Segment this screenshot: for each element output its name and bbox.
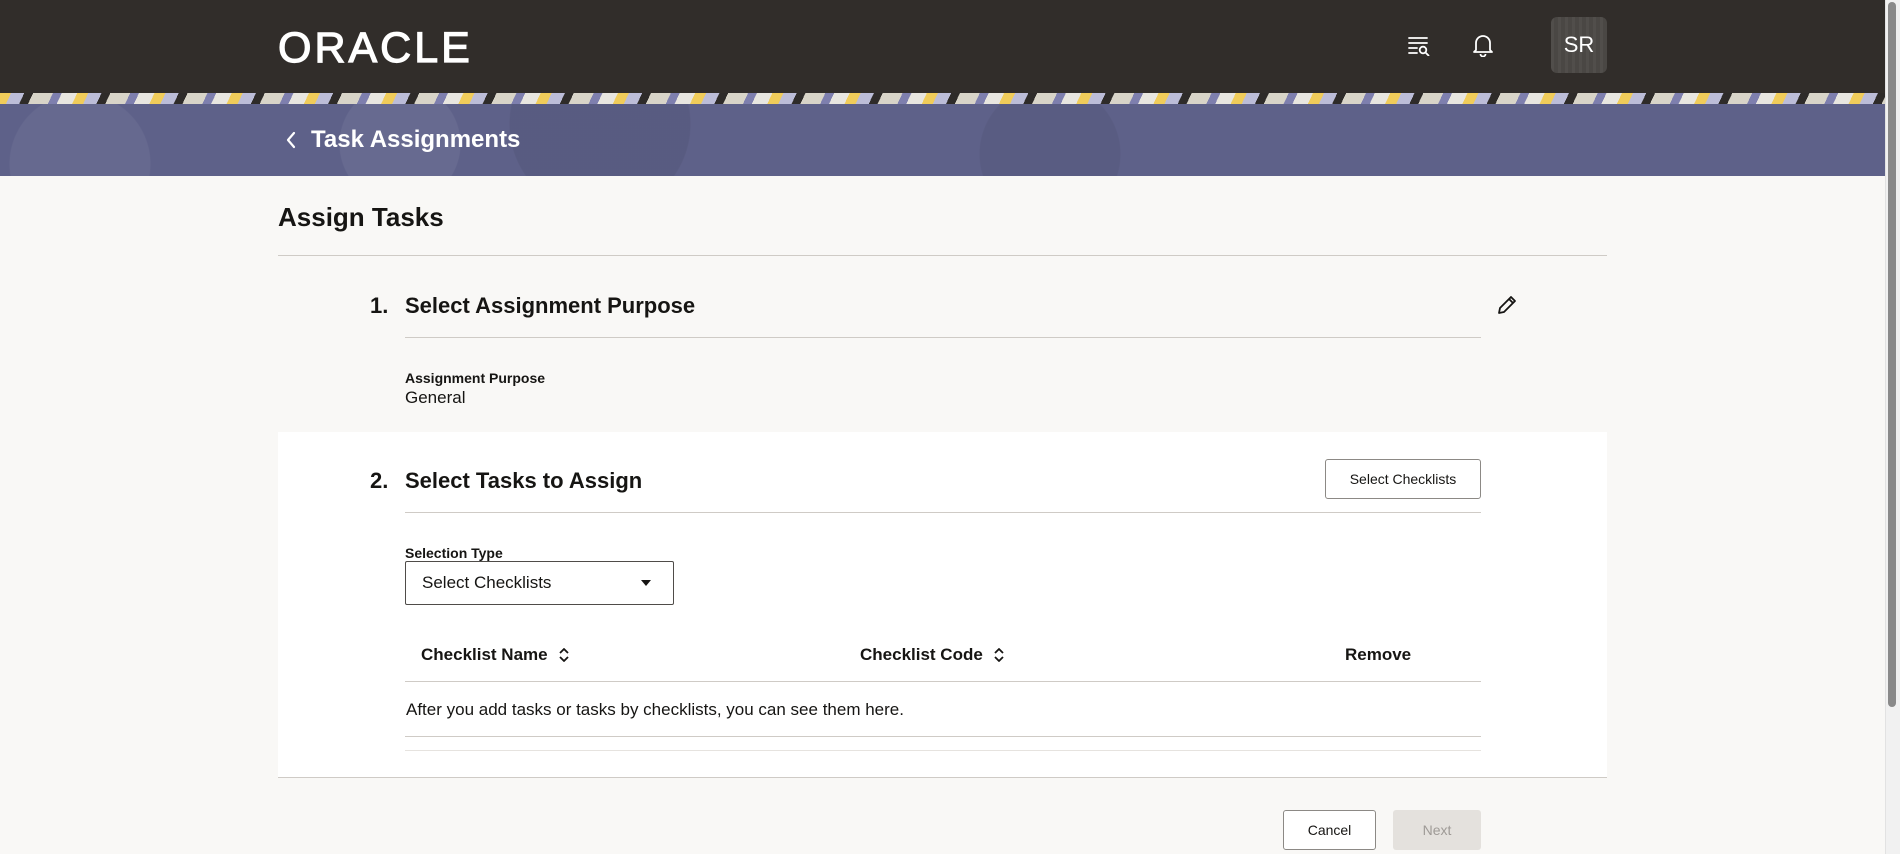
column-header-remove: Remove	[1345, 645, 1411, 665]
sort-icon[interactable]	[558, 646, 570, 664]
step1-title: Select Assignment Purpose	[405, 293, 696, 318]
user-avatar[interactable]: SR	[1551, 17, 1607, 73]
sort-icon[interactable]	[993, 646, 1005, 664]
table-header-divider	[405, 681, 1481, 682]
banner-title: Task Assignments	[311, 126, 521, 153]
divider	[278, 777, 1607, 778]
selection-type-value: Select Checklists	[422, 573, 552, 592]
column-header-checklist-name[interactable]: Checklist Name	[421, 645, 570, 665]
selection-type-select[interactable]: Select Checklists	[405, 561, 674, 605]
table-row-divider	[405, 736, 1481, 737]
next-button[interactable]: Next	[1393, 810, 1481, 850]
divider	[405, 512, 1481, 513]
back-icon[interactable]	[280, 128, 302, 152]
page-banner: Task Assignments	[0, 104, 1885, 176]
scrollbar-thumb[interactable]	[1888, 2, 1896, 707]
select-checklists-button[interactable]: Select Checklists	[1325, 459, 1481, 499]
divider	[405, 337, 1481, 338]
column-header-label: Checklist Code	[860, 645, 983, 664]
assignment-purpose-value: General	[405, 388, 466, 407]
step1-number: 1.	[370, 293, 389, 318]
selection-type-label: Selection Type	[405, 545, 503, 561]
bell-icon[interactable]	[1468, 30, 1498, 60]
table-empty-message: After you add tasks or tasks by checklis…	[406, 700, 904, 719]
oracle-logo[interactable]: ORACLE	[277, 26, 473, 70]
cancel-button[interactable]: Cancel	[1283, 810, 1376, 850]
search-list-icon[interactable]	[1404, 30, 1434, 60]
top-header: ORACLE SR	[0, 0, 1885, 93]
decorative-pattern-strip	[0, 93, 1885, 104]
table-footer-divider	[405, 750, 1481, 751]
column-header-checklist-code[interactable]: Checklist Code	[860, 645, 1005, 665]
column-header-label: Remove	[1345, 645, 1412, 664]
assignment-purpose-label: Assignment Purpose	[405, 370, 546, 386]
edit-icon[interactable]	[1493, 291, 1521, 319]
step2-title: Select Tasks to Assign	[405, 468, 643, 493]
step2-number: 2.	[370, 468, 389, 493]
column-header-label: Checklist Name	[421, 645, 548, 664]
page-title: Assign Tasks	[278, 202, 444, 232]
caret-down-icon	[641, 580, 651, 586]
divider	[278, 255, 1607, 256]
